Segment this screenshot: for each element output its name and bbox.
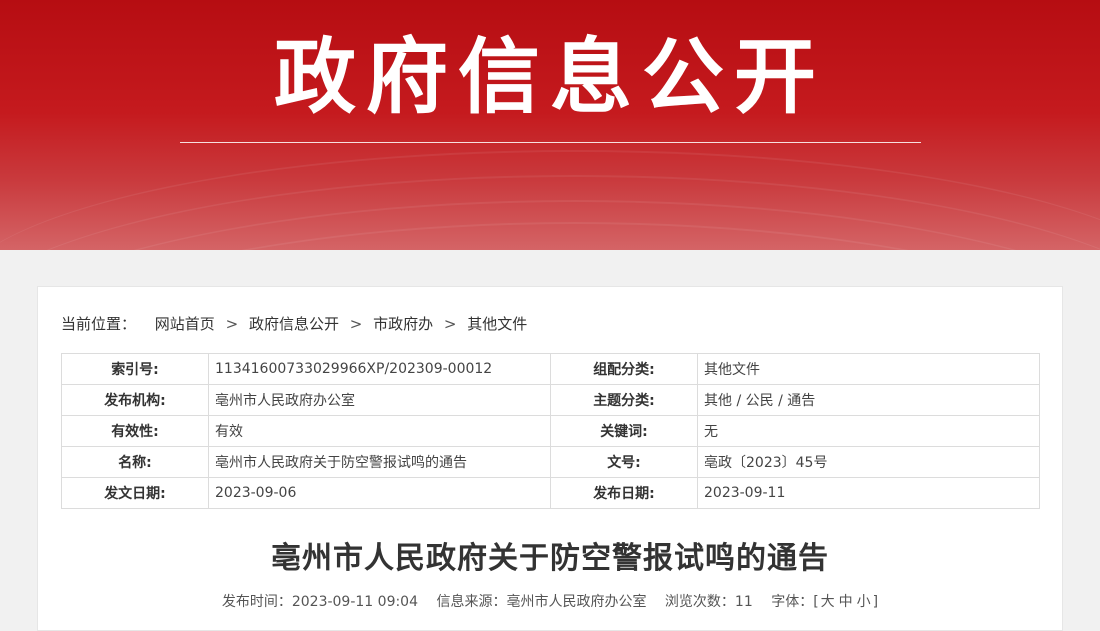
meta-key-topic: 主题分类: xyxy=(550,384,698,416)
table-row: 发布机构: 亳州市人民政府办公室 主题分类: 其他 / 公民 / 通告 xyxy=(61,384,1040,416)
table-row: 发文日期: 2023-09-06 发布日期: 2023-09-11 xyxy=(61,477,1040,509)
meta-key-publisher: 发布机构: xyxy=(61,384,209,416)
meta-value-name: 亳州市人民政府关于防空警报试鸣的通告 xyxy=(208,446,551,478)
table-row: 有效性: 有效 关键词: 无 xyxy=(61,415,1040,447)
view-count: 浏览次数：11 xyxy=(665,594,753,610)
meta-value-index-no: 11341600733029966XP/202309-00012 xyxy=(208,353,551,385)
publish-time-value: 2023-09-11 09:04 xyxy=(291,594,419,610)
breadcrumb-separator: > xyxy=(349,315,363,333)
banner-title: 政府信息公开 xyxy=(273,30,826,125)
font-size-bracket-close: ] xyxy=(872,594,879,610)
meta-value-publish-date: 2023-09-11 xyxy=(697,477,1040,509)
meta-value-doc-number: 亳政〔2023〕45号 xyxy=(697,446,1040,478)
meta-value-keywords: 无 xyxy=(697,415,1040,447)
meta-key-validity: 有效性: xyxy=(61,415,209,447)
view-count-value: 11 xyxy=(734,594,753,610)
document-metadata-table: 索引号: 11341600733029966XP/202309-00012 组配… xyxy=(61,353,1040,509)
meta-value-publisher: 亳州市人民政府办公室 xyxy=(208,384,551,416)
meta-value-topic: 其他 / 公民 / 通告 xyxy=(697,384,1040,416)
font-size-small-button[interactable]: 小 xyxy=(857,594,871,610)
font-size-medium-button[interactable]: 中 xyxy=(839,594,853,610)
banner-divider xyxy=(180,142,921,143)
publish-time: 发布时间：2023-09-11 09:04 xyxy=(222,594,418,610)
meta-key-publish-date: 发布日期: xyxy=(550,477,698,509)
meta-value-validity: 有效 xyxy=(208,415,551,447)
publish-time-label: 发布时间： xyxy=(221,594,292,610)
table-row: 索引号: 11341600733029966XP/202309-00012 组配… xyxy=(61,353,1040,385)
view-count-label: 浏览次数： xyxy=(664,594,735,610)
font-size-label: 字体： xyxy=(771,594,814,610)
breadcrumb-link-home[interactable]: 网站首页 xyxy=(155,315,215,333)
meta-key-issue-date: 发文日期: xyxy=(61,477,209,509)
breadcrumb-link-gov-info[interactable]: 政府信息公开 xyxy=(249,315,339,333)
breadcrumb-label: 当前位置： xyxy=(61,315,137,333)
meta-key-doc-number: 文号: xyxy=(550,446,698,478)
meta-key-keywords: 关键词: xyxy=(550,415,698,447)
article-panel: 当前位置： 网站首页 > 政府信息公开 > 市政府办 > 其他文件 索引号: 1… xyxy=(37,286,1063,631)
info-source-label: 信息来源： xyxy=(436,594,507,610)
meta-key-index-no: 索引号: xyxy=(61,353,209,385)
breadcrumb: 当前位置： 网站首页 > 政府信息公开 > 市政府办 > 其他文件 xyxy=(61,313,527,334)
meta-value-category: 其他文件 xyxy=(697,353,1040,385)
breadcrumb-separator: > xyxy=(443,315,457,333)
table-row: 名称: 亳州市人民政府关于防空警报试鸣的通告 文号: 亳政〔2023〕45号 xyxy=(61,446,1040,478)
article-title: 亳州市人民政府关于防空警报试鸣的通告 xyxy=(271,541,829,576)
font-size-switcher: 字体：[大中小] xyxy=(771,594,878,610)
font-size-bracket-open: [ xyxy=(813,594,819,610)
header-banner: 政府信息公开 xyxy=(0,0,1100,250)
breadcrumb-link-other-docs[interactable]: 其他文件 xyxy=(467,315,527,333)
meta-value-issue-date: 2023-09-06 xyxy=(208,477,551,509)
article-meta-line: 发布时间：2023-09-11 09:04 信息来源：亳州市人民政府办公室 浏览… xyxy=(38,591,1062,611)
font-size-large-button[interactable]: 大 xyxy=(821,594,835,610)
info-source: 信息来源：亳州市人民政府办公室 xyxy=(436,594,646,610)
info-source-value: 亳州市人民政府办公室 xyxy=(506,594,647,610)
breadcrumb-link-city-office[interactable]: 市政府办 xyxy=(373,315,433,333)
meta-key-category: 组配分类: xyxy=(550,353,698,385)
meta-key-name: 名称: xyxy=(61,446,209,478)
breadcrumb-separator: > xyxy=(225,315,239,333)
